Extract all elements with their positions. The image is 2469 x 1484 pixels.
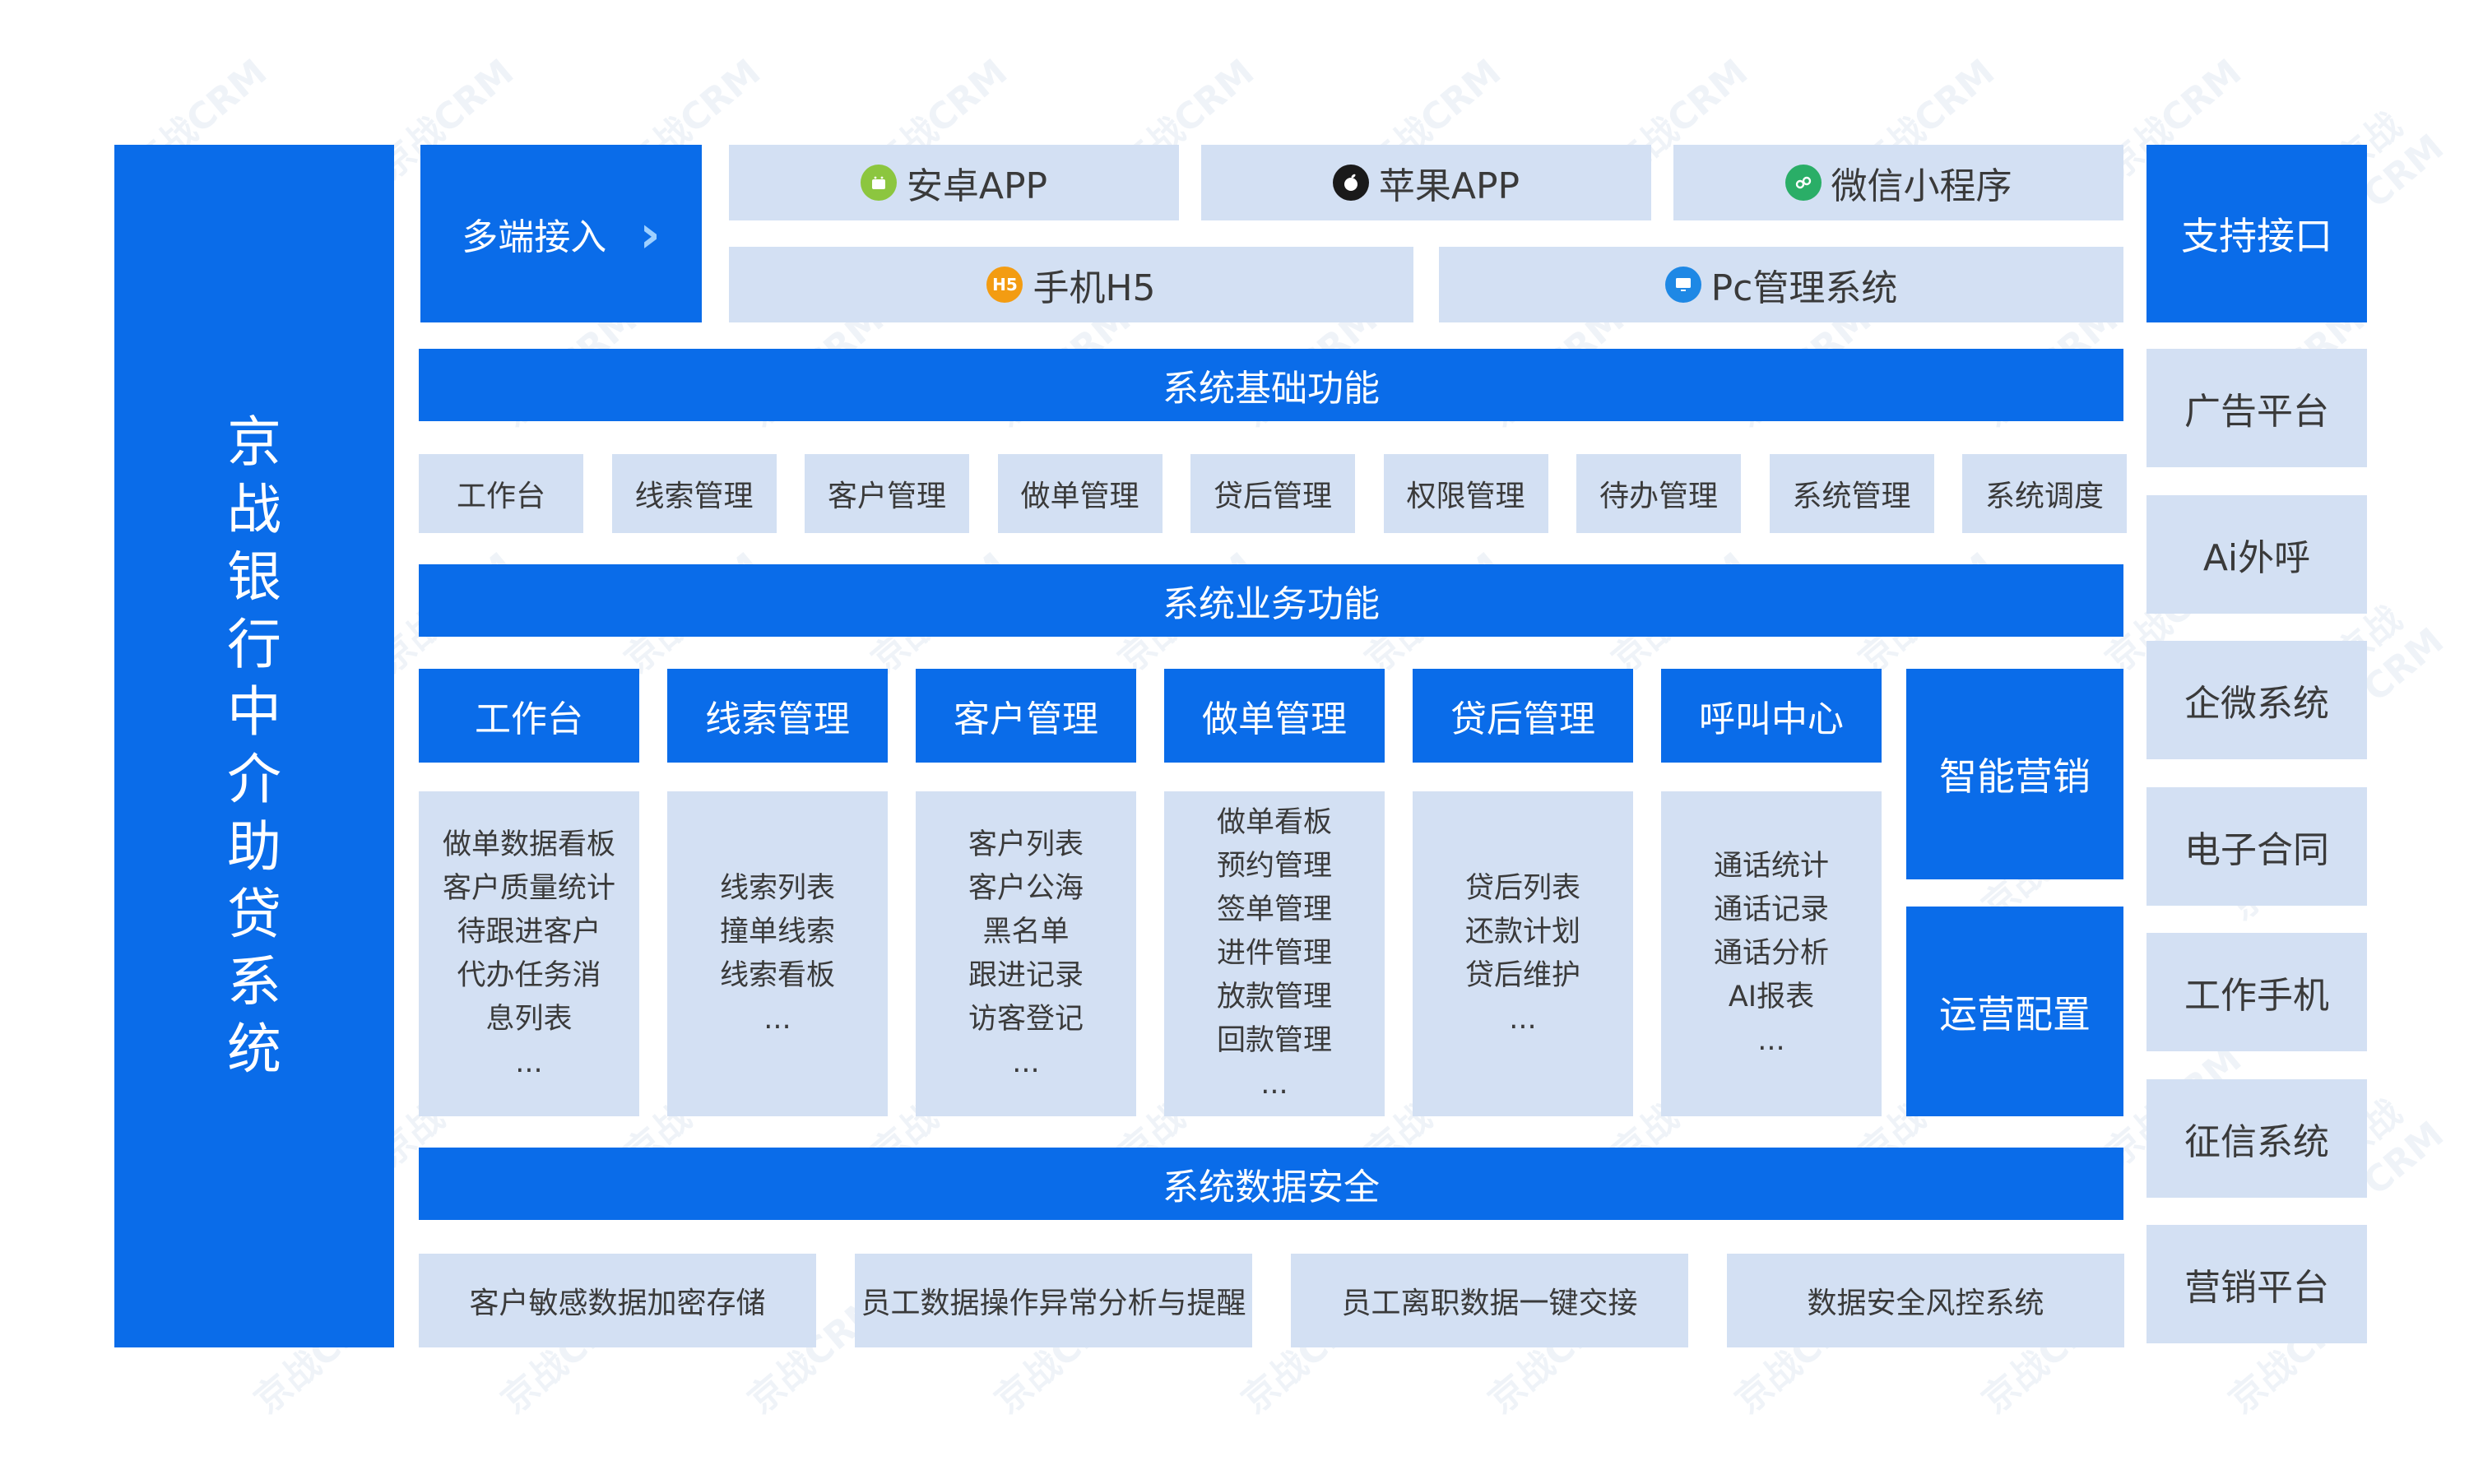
module-body: 贷后列表还款计划贷后维护... xyxy=(1413,791,1633,1116)
basic-function-item: 客户管理 xyxy=(805,454,969,533)
basic-function-item: 线索管理 xyxy=(611,454,777,533)
module-body-item: 客户列表 xyxy=(968,828,1084,861)
basic-function-item: 系统调度 xyxy=(1962,454,2127,533)
system-title-char: 系 xyxy=(227,950,281,1013)
module-body: 客户列表客户公海黑名单跟进记录访客登记... xyxy=(916,791,1136,1116)
platform-h5-label: 手机H5 xyxy=(1033,267,1156,309)
module-body-item: 跟进记录 xyxy=(968,958,1084,992)
module-body: 做单看板预约管理签单管理进件管理放款管理回款管理... xyxy=(1164,791,1385,1116)
module-body-item: 签单管理 xyxy=(1216,893,1332,926)
platform-pc-label: Pc管理系统 xyxy=(1710,267,1898,309)
business-functions-bar: 系统业务功能 xyxy=(419,564,2123,637)
basic-function-item: 系统管理 xyxy=(1769,454,1934,533)
module-body-item: 做单看板 xyxy=(1216,806,1332,839)
interface-item: 广告平台 xyxy=(2146,349,2367,467)
interface-item: 电子合同 xyxy=(2146,786,2367,906)
multi-access-label: 多端接入 › xyxy=(420,145,702,322)
module-header: 呼叫中心 xyxy=(1661,669,1882,763)
interface-item: 工作手机 xyxy=(2146,933,2367,1051)
module-body-item: 通话分析 xyxy=(1713,937,1829,970)
system-title-char: 介 xyxy=(227,748,281,811)
module-body-item: 贷后维护 xyxy=(1464,958,1580,992)
security-item: 员工离职数据一键交接 xyxy=(1291,1254,1688,1347)
module-body: 通话统计通话记录通话分析 AI报表... xyxy=(1661,791,1882,1116)
system-title-char: 战 xyxy=(227,478,281,541)
system-title-char: 京 xyxy=(227,410,281,474)
apple-icon xyxy=(1332,165,1369,201)
interface-item: 征信系统 xyxy=(2146,1078,2367,1198)
module-body-item: 放款管理 xyxy=(1216,981,1332,1013)
module-header: 线索管理 xyxy=(667,669,888,763)
h5-icon: H5 xyxy=(986,267,1023,303)
basic-functions-bar: 系统基础功能 xyxy=(419,349,2123,421)
module-body-item: ... xyxy=(1012,1046,1040,1079)
module-body-item: ... xyxy=(515,1046,543,1079)
module-body-item: ... xyxy=(763,1002,791,1036)
basic-function-item: 待办管理 xyxy=(1576,454,1741,533)
basic-function-item: 做单管理 xyxy=(997,454,1163,533)
system-title-char: 助 xyxy=(227,815,281,879)
module-body-item: 预约管理 xyxy=(1216,850,1332,883)
monitor-icon xyxy=(1664,267,1701,303)
multi-access-text: 多端接入 xyxy=(462,216,607,258)
module-body-item: 通话记录 xyxy=(1713,893,1829,926)
wechat-miniprogram-icon xyxy=(1784,165,1822,201)
module-body-item: 做单数据看板 xyxy=(442,828,615,861)
module-body-item: 待跟进客户 xyxy=(457,915,601,948)
module-body-item: ... xyxy=(1757,1024,1785,1057)
module-body-item: ... xyxy=(1509,1002,1537,1036)
platform-ios-label: 苹果APP xyxy=(1378,165,1520,207)
platform-wechat-label: 微信小程序 xyxy=(1831,165,2012,207)
system-title-char: 银 xyxy=(227,545,281,609)
chevron-right-icon: › xyxy=(639,203,661,264)
module-body-item: ... xyxy=(1260,1068,1288,1101)
platform-wechat: 微信小程序 xyxy=(1673,145,2123,220)
module-body-item: AI报表 xyxy=(1728,981,1815,1013)
system-title-char: 行 xyxy=(227,613,281,676)
system-title: 京战银行中介助贷系统 xyxy=(114,145,394,1347)
android-icon xyxy=(860,165,897,201)
module-body-item: 客户质量统计 xyxy=(442,871,615,905)
basic-function-item: 工作台 xyxy=(419,454,583,533)
module-body-item: 访客登记 xyxy=(968,1002,1084,1036)
platform-android-label: 安卓APP xyxy=(906,165,1048,207)
interface-item: 企微系统 xyxy=(2146,641,2367,759)
module-body-item: 回款管理 xyxy=(1216,1024,1332,1057)
module-body-item: 客户公海 xyxy=(968,871,1084,905)
module-body: 线索列表撞单线索线索看板... xyxy=(667,791,888,1116)
module-header: 贷后管理 xyxy=(1413,669,1633,763)
platform-android: 安卓APP xyxy=(729,145,1179,220)
module-body-item: 黑名单 xyxy=(982,915,1070,948)
data-security-bar: 系统数据安全 xyxy=(419,1148,2123,1220)
module-header: 工作台 xyxy=(419,669,639,763)
interfaces-title: 支持接口 xyxy=(2146,145,2367,322)
module-body-item: 线索看板 xyxy=(719,958,835,992)
basic-function-item: 权限管理 xyxy=(1383,454,1548,533)
system-title-char: 中 xyxy=(227,680,281,744)
security-item: 客户敏感数据加密存储 xyxy=(419,1254,816,1347)
system-title-char: 贷 xyxy=(227,883,281,946)
ops-config-block: 运营配置 xyxy=(1906,907,2123,1116)
platform-pc: Pc管理系统 xyxy=(1439,247,2123,322)
module-body-item: 贷后列表 xyxy=(1464,871,1580,905)
module-body-item: 进件管理 xyxy=(1216,937,1332,970)
module-body-item: 息列表 xyxy=(485,1002,573,1036)
module-body-item: 撞单线索 xyxy=(719,915,835,948)
module-body: 做单数据看板 客户质量统计 待跟进客户代办任务消息列表... xyxy=(419,791,639,1116)
interface-item: 营销平台 xyxy=(2146,1225,2367,1343)
module-body-item: 通话统计 xyxy=(1713,850,1829,883)
platform-ios: 苹果APP xyxy=(1201,145,1651,220)
smart-marketing-block: 智能营销 xyxy=(1906,669,2123,879)
module-header: 做单管理 xyxy=(1164,669,1385,763)
module-header: 客户管理 xyxy=(916,669,1136,763)
security-item: 员工数据操作异常分析与提醒 xyxy=(855,1254,1252,1347)
module-body-item: 代办任务消 xyxy=(457,958,601,992)
module-body-item: 线索列表 xyxy=(719,871,835,905)
module-body-item: 还款计划 xyxy=(1464,915,1580,948)
platform-h5: H5 手机H5 xyxy=(729,247,1413,322)
security-item: 数据安全风控系统 xyxy=(1727,1254,2124,1347)
basic-function-item: 贷后管理 xyxy=(1190,454,1355,533)
interface-item: Ai外呼 xyxy=(2146,494,2367,614)
system-title-char: 统 xyxy=(227,1018,281,1081)
